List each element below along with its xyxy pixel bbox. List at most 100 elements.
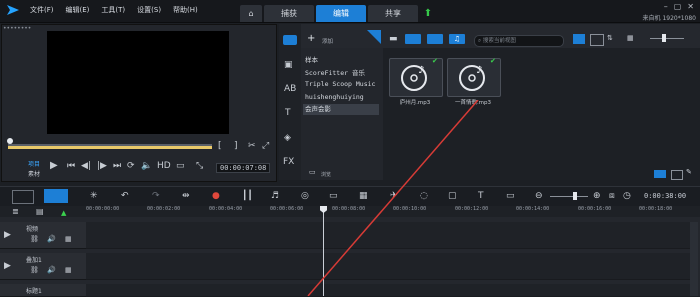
zoom-slider[interactable] — [550, 196, 588, 197]
app-logo-icon — [7, 5, 19, 15]
volume-icon[interactable]: 🔈 — [141, 161, 152, 171]
search-input[interactable]: ⌕ 搜索当前视图 — [474, 35, 564, 47]
video-track-icon: ▶ — [4, 230, 11, 240]
tab-home[interactable]: ⌂ — [240, 5, 262, 22]
list-item[interactable]: Triple Scoop Music — [305, 80, 375, 88]
project-mode-label[interactable]: 项目 — [28, 159, 40, 168]
ruler-tick: 00:00:04:00 — [209, 206, 243, 212]
tab-edit[interactable]: 编辑 — [316, 5, 366, 22]
preview-timecode[interactable]: 00:00:07:08 — [216, 163, 271, 173]
upgrade-arrow-icon[interactable]: ⬆ — [420, 5, 436, 22]
fit-icon[interactable]: ⇹ — [182, 191, 190, 201]
overlay-track-icon: ▶ — [4, 261, 11, 271]
zoom-out-icon[interactable]: ⊖ — [535, 191, 543, 201]
thumbnail-size-slider[interactable] — [650, 38, 684, 39]
add-folder-icon[interactable]: + — [307, 33, 315, 44]
menu-help[interactable]: 帮助(H) — [173, 5, 198, 15]
go-end-icon[interactable]: ⏭ — [113, 161, 121, 171]
fullscreen-icon[interactable]: ⤢ — [262, 141, 269, 151]
zoom-in-icon[interactable]: ⊕ — [593, 191, 601, 201]
options-icon[interactable] — [654, 170, 666, 178]
step-forward-icon[interactable]: |▶ — [97, 161, 107, 171]
thumbnail-view-icon[interactable] — [573, 34, 585, 44]
maximize-icon[interactable]: ▢ — [674, 2, 682, 11]
list-item[interactable]: 样本 — [305, 54, 318, 64]
cut-scissors-icon[interactable]: ✂ — [248, 141, 256, 151]
mute-icon[interactable]: 🔊 — [47, 266, 56, 274]
record-capture-icon[interactable]: ● — [212, 191, 220, 201]
add-label[interactable]: 添加 — [322, 37, 333, 45]
marker-icon[interactable]: ▲ — [61, 209, 66, 217]
filter-video-icon[interactable] — [405, 34, 421, 44]
link-icon[interactable]: ⛓ — [30, 235, 39, 243]
ruler-tick: 00:00:14:00 — [516, 206, 550, 212]
minimize-icon[interactable]: – — [664, 2, 668, 11]
mute-icon[interactable]: 🔊 — [47, 235, 56, 243]
clip-mode-label[interactable]: 素材 — [28, 169, 40, 178]
mark-out-icon[interactable]: ] — [234, 141, 238, 151]
menu-file[interactable]: 文件(F) — [30, 5, 54, 15]
ruler-tick: 00:00:16:00 — [578, 206, 612, 212]
ruler-tick: 00:00:00:00 — [86, 206, 120, 212]
redo-icon[interactable]: ↷ — [152, 191, 160, 201]
go-start-icon[interactable]: ⏮ — [67, 161, 75, 171]
zoom-handle[interactable] — [573, 192, 577, 200]
repeat-icon[interactable]: ⟳ — [127, 161, 135, 171]
sort-icon[interactable]: ⇅ — [607, 34, 613, 42]
check-icon: ✔ — [432, 57, 438, 65]
import-folder-icon[interactable]: ▬ — [389, 34, 398, 44]
track-header-title: 标题1 — [0, 284, 86, 297]
search-icon: ⌕ — [478, 38, 482, 44]
media-library-icon[interactable] — [283, 35, 297, 45]
track-manager-icon[interactable]: ≣ — [12, 207, 19, 217]
menu-edit[interactable]: 编辑(E) — [66, 5, 90, 15]
close-icon[interactable]: ✕ — [687, 2, 694, 11]
list-view-icon[interactable] — [590, 34, 604, 46]
svg-text:♪: ♪ — [476, 65, 482, 76]
scrubber-range — [8, 146, 212, 149]
folder-icon[interactable]: ▦ — [627, 34, 634, 42]
track-label: 叠加1 — [26, 257, 42, 264]
ruler-tick: 00:00:06:00 — [270, 206, 304, 212]
tools-icon[interactable]: ✳ — [90, 191, 98, 201]
auto-music-icon[interactable]: ♬ — [271, 191, 279, 201]
filter-fx-icon[interactable]: FX — [283, 157, 294, 167]
filter-photo-icon[interactable] — [427, 34, 443, 44]
transition-icon[interactable]: AB — [284, 84, 296, 94]
hd-preview-icon[interactable]: HD — [157, 161, 171, 171]
timeline-scrollbar[interactable] — [690, 222, 698, 296]
grid-icon[interactable]: ▦ — [65, 235, 72, 243]
filter-audio-icon[interactable]: ♫ — [449, 34, 465, 44]
timeline-view-icon[interactable] — [44, 189, 68, 203]
scrubber-handle[interactable] — [7, 138, 13, 144]
status-resolution: 来自机 1920*1080 — [642, 15, 696, 22]
instant-project-icon[interactable]: ▣ — [284, 60, 293, 70]
graphics-icon[interactable]: ◈ — [284, 133, 291, 143]
play-icon[interactable]: ▶ — [50, 160, 58, 171]
thumbnail-size-handle[interactable] — [662, 34, 666, 42]
ruler-tick: 00:00:02:00 — [147, 206, 181, 212]
tab-share[interactable]: 共享 — [368, 5, 418, 22]
options-icon[interactable]: ✎ — [686, 168, 692, 176]
link-icon[interactable]: ⛓ — [30, 266, 39, 274]
snapshot-icon[interactable]: ⤡ — [196, 161, 203, 171]
title-icon[interactable]: T — [285, 108, 291, 118]
undo-icon[interactable]: ↶ — [121, 191, 129, 201]
ruler-tick: 00:00:18:00 — [639, 206, 673, 212]
list-item[interactable]: ScoreFitter 音乐 — [305, 67, 365, 77]
storyboard-view-icon[interactable] — [12, 190, 34, 204]
fit-project-icon[interactable]: ▭ — [506, 191, 515, 201]
fit-window-icon[interactable]: ⧈ — [609, 191, 615, 201]
track-header-video: ▶ 视频 ⛓ 🔊 ▦ — [0, 222, 86, 249]
audio-mixer-icon[interactable]: ┃┃ — [242, 191, 253, 201]
options-icon[interactable] — [671, 170, 683, 180]
grid-icon[interactable]: ▦ — [65, 266, 72, 274]
step-back-icon[interactable]: ◀| — [81, 161, 91, 171]
menu-tools[interactable]: 工具(T) — [101, 5, 125, 15]
track-label: 标题1 — [26, 288, 42, 295]
chapter-icon[interactable]: ▤ — [36, 207, 44, 217]
menu-settings[interactable]: 设置(S) — [137, 5, 161, 15]
aspect-ratio-icon[interactable]: ▭ — [176, 161, 185, 171]
mark-in-icon[interactable]: [ — [218, 141, 222, 151]
tab-capture[interactable]: 捕获 — [264, 5, 314, 22]
